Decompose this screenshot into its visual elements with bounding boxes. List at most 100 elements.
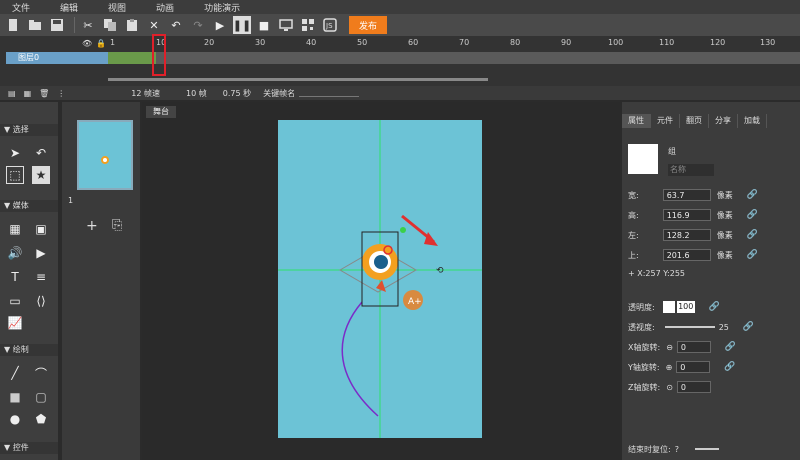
rect-icon[interactable]: ■ (6, 388, 24, 406)
tab-loading[interactable]: 加载 (738, 114, 767, 128)
eye-icon[interactable]: 👁 (82, 39, 92, 48)
insert-page-icon[interactable]: ⎘ (112, 218, 122, 233)
help-icon[interactable]: ? (675, 445, 679, 454)
link-icon[interactable]: 🔗 (747, 210, 758, 220)
tab-share[interactable]: 分享 (709, 114, 738, 128)
checker-icon (662, 301, 675, 313)
curve-icon[interactable]: ⌒ (32, 364, 50, 382)
add-layer-icon[interactable]: ▤ (8, 89, 16, 98)
line-icon[interactable]: ╱ (6, 364, 24, 382)
reset-toggle[interactable] (694, 448, 719, 450)
ruler-tick: 130 (760, 38, 776, 47)
link-icon[interactable]: 🔗 (747, 250, 758, 260)
new-file-icon[interactable] (4, 16, 22, 34)
stop-icon[interactable]: ■ (255, 16, 273, 34)
xrot-input[interactable]: 0 (676, 341, 711, 353)
link-icon[interactable]: 🔗 (747, 190, 758, 200)
frame-track[interactable] (108, 52, 800, 64)
pause-icon[interactable]: ❚❚ (233, 16, 251, 34)
star-icon[interactable]: ★ (32, 166, 50, 184)
cut-icon[interactable]: ✂ (79, 16, 97, 34)
stage-tab[interactable]: 舞台 (146, 106, 176, 118)
menu-file[interactable]: 文件 (12, 1, 30, 14)
ruler-tick: 20 (204, 38, 215, 47)
tab-symbols[interactable]: 元件 (651, 114, 680, 128)
frame-count: 10 帧 (186, 88, 207, 98)
link-icon[interactable]: 🔗 (724, 362, 735, 372)
tab-flip[interactable]: 翻页 (680, 114, 709, 128)
playhead-highlight[interactable] (152, 34, 166, 76)
image-icon[interactable]: ▣ (32, 220, 50, 238)
grid-icon[interactable]: ▦ (6, 220, 24, 238)
ruler-tick: 100 (608, 38, 624, 47)
pentagon-icon[interactable]: ⬟ (32, 410, 50, 428)
menu-edit[interactable]: 编辑 (60, 1, 78, 14)
timeline-scrollbar[interactable] (108, 78, 488, 81)
audio-icon[interactable]: 🔊 (6, 244, 24, 262)
copy-icon[interactable] (101, 16, 119, 34)
left-input[interactable]: 128.2 (662, 229, 711, 241)
stage-canvas[interactable]: A+ ⟲ (278, 120, 482, 438)
preview-icon[interactable] (277, 16, 295, 34)
motion-path (341, 301, 379, 417)
script-icon[interactable]: JS (321, 16, 339, 34)
rounded-rect-icon[interactable]: ▢ (32, 388, 50, 406)
qrcode-icon[interactable] (299, 16, 317, 34)
frame-ruler[interactable]: 1 10 20 30 40 50 60 70 80 90 100 110 120… (108, 38, 800, 50)
delete-icon[interactable]: ✕ (145, 16, 163, 34)
link-icon[interactable]: 🔗 (709, 302, 720, 312)
page-thumbnail[interactable] (77, 120, 133, 190)
section-control[interactable]: ▼ 控件 (0, 442, 58, 454)
lock-icon[interactable]: 🔒 (96, 39, 106, 48)
opacity-row: 透明度: 100 🔗 (628, 301, 720, 313)
name-input[interactable]: 名称 (668, 164, 714, 176)
fps-label: 12 帧速 (131, 88, 161, 98)
zrot-input[interactable]: 0 (676, 381, 711, 393)
publish-button[interactable]: 发布 (349, 16, 387, 34)
add-page-icon[interactable]: + (86, 218, 98, 234)
perspective-slider[interactable] (664, 326, 715, 328)
keyframe-span[interactable] (108, 52, 156, 64)
link-icon[interactable]: 🔗 (743, 322, 754, 332)
paragraph-icon[interactable]: ≡ (32, 268, 50, 286)
menu-demo[interactable]: 功能演示 (204, 1, 240, 14)
keyframe-name-input[interactable] (299, 89, 360, 97)
svg-text:⟲: ⟲ (436, 266, 444, 276)
arrow-icon[interactable]: ➤ (6, 144, 24, 162)
text-icon[interactable]: T (6, 268, 24, 286)
chart-icon[interactable]: 📈 (6, 314, 24, 332)
width-input[interactable]: 63.7 (662, 189, 711, 201)
height-input[interactable]: 116.9 (662, 209, 711, 221)
transform-icon[interactable]: ⬚ (6, 166, 24, 184)
svg-text:A+: A+ (408, 297, 422, 307)
link-icon[interactable]: 🔗 (725, 342, 736, 352)
code-icon[interactable]: ⟨⟩ (32, 292, 50, 310)
open-folder-icon[interactable] (26, 16, 44, 34)
svg-text:JS: JS (325, 22, 333, 30)
opacity-input[interactable]: 100 (676, 301, 695, 313)
layer-row[interactable]: 图层0 (6, 52, 108, 64)
comment-icon[interactable]: ▭ (6, 292, 24, 310)
yrot-input[interactable]: 0 (676, 361, 711, 373)
link-icon[interactable]: 🔗 (747, 230, 758, 240)
section-select[interactable]: ▼ 选择 (0, 124, 58, 136)
section-media[interactable]: ▼ 媒体 (0, 200, 58, 212)
layer-options-icon[interactable]: ⋮ (57, 89, 65, 98)
height-row: 高: 116.9 像素 🔗 (628, 209, 758, 221)
undo-icon[interactable]: ↶ (167, 16, 185, 34)
video-icon[interactable]: ▶ (32, 244, 50, 262)
tab-properties[interactable]: 属性 (622, 114, 651, 128)
redo-icon[interactable]: ↷ (189, 16, 207, 34)
paste-icon[interactable] (123, 16, 141, 34)
folder-icon[interactable]: ▦ (24, 89, 32, 98)
play-icon[interactable]: ▶ (211, 16, 229, 34)
circle-icon[interactable]: ● (6, 410, 24, 428)
section-draw[interactable]: ▼ 绘制 (0, 344, 58, 356)
trash-icon[interactable]: 🗑 (39, 89, 49, 98)
top-input[interactable]: 201.6 (662, 249, 711, 261)
menu-view[interactable]: 视图 (108, 1, 126, 14)
save-icon[interactable] (48, 16, 66, 34)
menu-animation[interactable]: 动画 (156, 1, 174, 14)
subselect-icon[interactable]: ↶ (32, 144, 50, 162)
ruler-tick: 60 (408, 38, 419, 47)
